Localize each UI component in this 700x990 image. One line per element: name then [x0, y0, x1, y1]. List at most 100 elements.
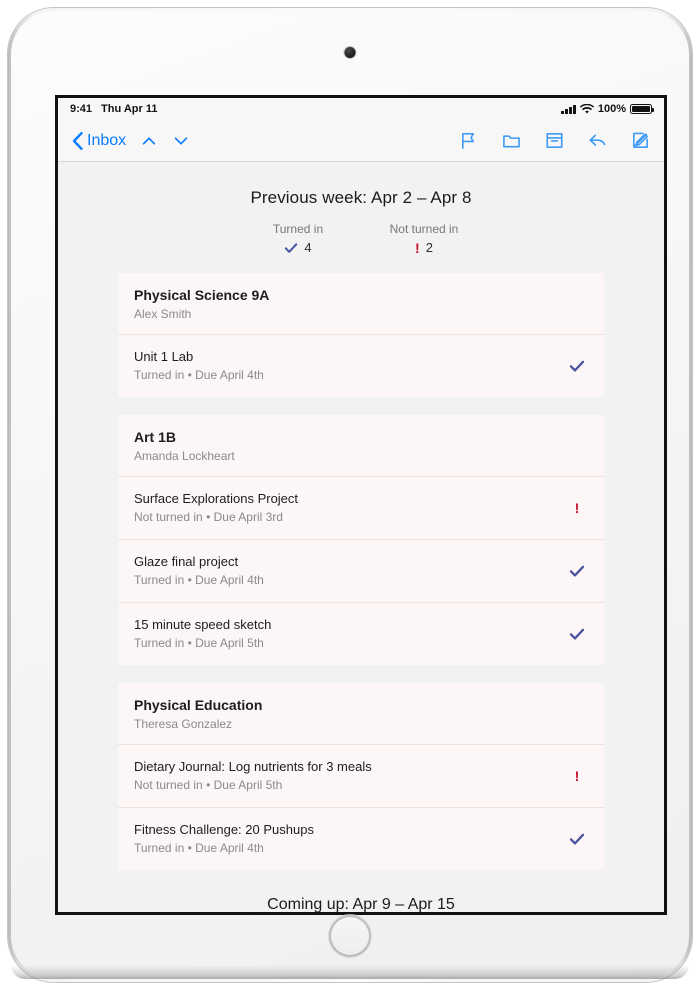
folder-icon[interactable]: [502, 131, 521, 150]
assignment-separator: •: [206, 778, 211, 792]
class-header[interactable]: Physical Science 9A Alex Smith: [118, 273, 604, 334]
wifi-icon: [579, 103, 594, 114]
assignment-status-icon-wrap: !: [566, 769, 588, 783]
class-card: Art 1B Amanda Lockheart Surface Explorat…: [118, 415, 604, 665]
chevron-up-icon[interactable]: [140, 132, 158, 150]
device-body: 9:41 Thu Apr 11 100% Inbox Previous week…: [11, 11, 689, 979]
home-button[interactable]: [329, 915, 371, 957]
exclamation-icon: !: [415, 239, 420, 256]
assignment-meta: Not turned in • Due April 3rd: [134, 510, 298, 524]
assignment-title: Unit 1 Lab: [134, 349, 194, 364]
compose-pencil-icon[interactable]: [631, 131, 650, 150]
assignment-title: Glaze final project: [134, 554, 239, 569]
assignment-row[interactable]: Glaze final project Turned in • Due Apri…: [118, 540, 604, 602]
checkmark-icon: [285, 242, 298, 253]
cellular-signal-icon: [561, 104, 576, 114]
archive-box-icon[interactable]: [545, 131, 564, 150]
checkmark-icon: [569, 565, 585, 577]
status-bar: 9:41 Thu Apr 11 100%: [58, 98, 664, 120]
assignment-status: Turned in: [134, 636, 185, 650]
checkmark-icon: [569, 628, 585, 640]
assignment-text: Glaze final project Turned in • Due Apri…: [134, 554, 264, 587]
stat-not-turned-in-count: 2: [425, 240, 433, 255]
assignment-row[interactable]: Dietary Journal: Log nutrients for 3 mea…: [118, 745, 604, 807]
coming-up-title: Coming up: Apr 9 – Apr 15: [267, 896, 455, 913]
stat-turned-in-count: 4: [304, 240, 312, 255]
stat-not-turned-in-label: Not turned in: [389, 222, 459, 236]
assignment-due: Due April 3rd: [213, 510, 283, 524]
stat-turned-in: Turned in 4: [250, 222, 346, 255]
class-header[interactable]: Art 1B Amanda Lockheart: [118, 415, 604, 476]
assignment-separator: •: [187, 573, 192, 587]
assignment-title: Surface Explorations Project: [134, 491, 299, 506]
assignment-meta: Not turned in • Due April 5th: [134, 778, 372, 792]
class-card: Physical Education Theresa Gonzalez Diet…: [118, 683, 604, 870]
assignment-status: Turned in: [134, 841, 185, 855]
assignment-row[interactable]: Surface Explorations Project Not turned …: [118, 477, 604, 539]
exclamation-icon: !: [574, 767, 580, 784]
assignment-title: Dietary Journal: Log nutrients for 3 mea…: [134, 759, 372, 774]
stat-turned-in-label: Turned in: [272, 222, 324, 236]
back-to-inbox-button[interactable]: Inbox: [72, 131, 127, 150]
reply-arrow-icon[interactable]: [588, 131, 607, 150]
status-time: 9:41: [70, 103, 93, 115]
class-teacher: Alex Smith: [134, 307, 192, 321]
class-name: Physical Education: [134, 697, 263, 713]
assignment-status: Not turned in: [134, 778, 203, 792]
ipad-device-frame: 9:41 Thu Apr 11 100% Inbox Previous week…: [8, 8, 692, 982]
assignment-due: Due April 4th: [195, 368, 264, 382]
assignment-separator: •: [187, 841, 192, 855]
class-card: Physical Science 9A Alex Smith Unit 1 La…: [118, 273, 604, 397]
assignment-meta: Turned in • Due April 4th: [134, 368, 264, 382]
exclamation-icon: !: [574, 499, 580, 516]
assignment-status-icon-wrap: [566, 831, 588, 847]
stat-not-turned-in-value-row: ! 2: [376, 240, 472, 255]
status-date: Thu Apr 11: [101, 103, 158, 115]
assignment-status-icon-wrap: !: [566, 501, 588, 515]
stat-turned-in-value-row: 4: [250, 240, 346, 255]
front-camera: [344, 47, 356, 58]
class-list: Physical Science 9A Alex Smith Unit 1 La…: [58, 273, 664, 870]
checkmark-icon: [569, 833, 585, 845]
summary-stats-row: Turned in 4 Not turned in ! 2: [58, 222, 664, 255]
assignment-row[interactable]: 15 minute speed sketch Turned in • Due A…: [118, 603, 604, 665]
nav-toolbar-right: [459, 131, 650, 150]
assignment-text: Unit 1 Lab Turned in • Due April 4th: [134, 349, 264, 382]
assignment-title: 15 minute speed sketch: [134, 617, 272, 632]
assignment-due: Due April 5th: [195, 636, 264, 650]
battery-percent-label: 100%: [597, 103, 626, 115]
chevron-left-icon: [72, 131, 83, 150]
chevron-down-icon[interactable]: [172, 132, 190, 150]
class-teacher: Amanda Lockheart: [134, 449, 235, 463]
ipad-screen: 9:41 Thu Apr 11 100% Inbox Previous week…: [55, 95, 667, 915]
assignment-meta: Turned in • Due April 5th: [134, 636, 271, 650]
status-bar-left: 9:41 Thu Apr 11: [70, 103, 157, 115]
week-summary-header: Previous week: Apr 2 – Apr 8 Turned in 4: [58, 162, 664, 257]
assignment-text: 15 minute speed sketch Turned in • Due A…: [134, 617, 271, 650]
status-bar-right: 100%: [561, 103, 655, 115]
assignment-text: Dietary Journal: Log nutrients for 3 mea…: [134, 759, 372, 792]
flag-icon[interactable]: [459, 131, 478, 150]
assignments-digest-content: Previous week: Apr 2 – Apr 8 Turned in 4: [58, 162, 664, 913]
assignment-row[interactable]: Unit 1 Lab Turned in • Due April 4th: [118, 335, 604, 397]
assignment-status-icon-wrap: [566, 563, 588, 579]
checkmark-icon: [569, 360, 585, 372]
nav-toolbar-left: Inbox: [72, 131, 190, 150]
coming-up-section: Coming up: Apr 9 – Apr 15 Assignments cr…: [58, 888, 664, 913]
assignment-meta: Turned in • Due April 4th: [134, 841, 314, 855]
assignment-separator: •: [187, 368, 192, 382]
assignment-status: Turned in: [134, 573, 185, 587]
mail-nav-toolbar: Inbox: [58, 120, 664, 162]
assignment-due: Due April 4th: [195, 841, 264, 855]
class-teacher: Theresa Gonzalez: [134, 717, 233, 731]
assignment-due: Due April 4th: [195, 573, 264, 587]
assignment-separator: •: [206, 510, 211, 524]
assignment-status-icon-wrap: [566, 626, 588, 642]
assignment-meta: Turned in • Due April 4th: [134, 573, 264, 587]
page-title: Previous week: Apr 2 – Apr 8: [250, 188, 472, 207]
assignment-row[interactable]: Fitness Challenge: 20 Pushups Turned in …: [118, 808, 604, 870]
stat-not-turned-in: Not turned in ! 2: [376, 222, 472, 255]
assignment-due: Due April 5th: [213, 778, 283, 792]
class-header[interactable]: Physical Education Theresa Gonzalez: [118, 683, 604, 744]
back-to-inbox-label: Inbox: [87, 131, 127, 149]
